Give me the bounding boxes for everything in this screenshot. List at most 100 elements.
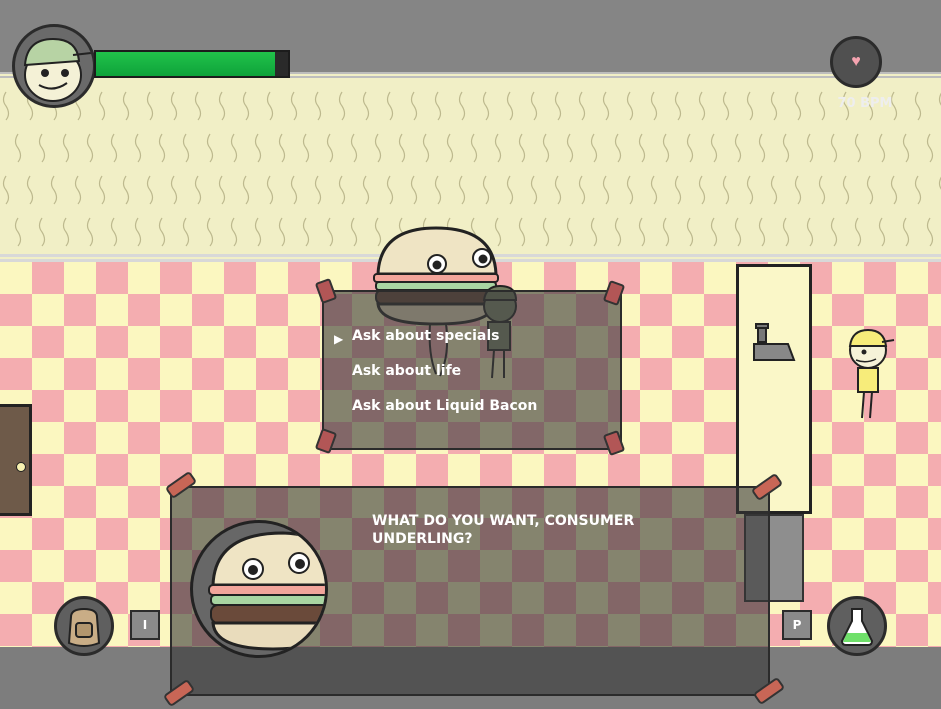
wallpaper-squiggle: [86, 217, 94, 247]
wallpaper-squiggle: [386, 91, 394, 121]
wallpaper-squiggle: [506, 91, 514, 121]
wallpaper-squiggle: [566, 133, 574, 163]
wallpaper-squiggle: [530, 175, 538, 205]
wallpaper-squiggle: [482, 175, 490, 205]
cash-register-icon[interactable]: [752, 322, 798, 364]
wallpaper-squiggle: [470, 133, 478, 163]
wallpaper-squiggle: [398, 133, 406, 163]
wallpaper-squiggle: [350, 217, 358, 247]
wallpaper-squiggle: [782, 133, 790, 163]
wallpaper-squiggle: [230, 133, 238, 163]
wallpaper-squiggle: [266, 175, 274, 205]
wallpaper-squiggle: [194, 91, 202, 121]
inventory-button[interactable]: [54, 596, 114, 656]
wallpaper-squiggle: [770, 175, 778, 205]
wallpaper-squiggle: [482, 91, 490, 121]
wallpaper-squiggle: [410, 91, 418, 121]
cashier-npc[interactable]: [846, 326, 896, 422]
restaurant-door[interactable]: [0, 404, 32, 516]
menu-option-life[interactable]: Ask about life: [352, 363, 461, 379]
wallpaper-squiggle: [698, 91, 706, 121]
wallpaper-squiggle: [14, 217, 22, 247]
wallpaper-squiggle: [422, 133, 430, 163]
wallpaper-squiggle: [302, 217, 310, 247]
wallpaper-squiggle: [722, 91, 730, 121]
wallpaper-squiggle: [242, 175, 250, 205]
wallpaper-squiggle: [2, 175, 10, 205]
wallpaper-squiggle: [626, 91, 634, 121]
wallpaper-squiggle: [674, 91, 682, 121]
wallpaper-squiggle: [806, 217, 814, 247]
wallpaper-squiggle: [830, 217, 838, 247]
wallpaper-squiggle: [362, 175, 370, 205]
wallpaper-squiggle: [170, 175, 178, 205]
wallpaper-squiggle: [566, 217, 574, 247]
wallpaper-squiggle: [590, 133, 598, 163]
potion-flask-icon: [840, 608, 874, 646]
wallpaper-squiggle: [650, 175, 658, 205]
wallpaper-squiggle: [314, 91, 322, 121]
wallpaper-squiggle: [14, 133, 22, 163]
wallpaper-squiggle: [794, 91, 802, 121]
wallpaper-squiggle: [614, 217, 622, 247]
heart-icon[interactable]: ♥: [830, 36, 882, 88]
inventory-hotkey: I: [130, 610, 160, 640]
wallpaper-squiggle: [338, 175, 346, 205]
wallpaper-squiggle: [218, 91, 226, 121]
wallpaper-squiggle: [26, 175, 34, 205]
wallpaper-squiggle: [182, 217, 190, 247]
wallpaper-squiggle: [758, 217, 766, 247]
wallpaper-squiggle: [506, 175, 514, 205]
wallpaper-squiggle: [230, 217, 238, 247]
wallpaper-squiggle: [722, 175, 730, 205]
wallpaper-squiggle: [458, 175, 466, 205]
menu-option-liquid-bacon[interactable]: Ask about Liquid Bacon: [352, 398, 537, 414]
wallpaper-squiggle: [638, 133, 646, 163]
wallpaper-squiggle: [818, 175, 826, 205]
wallpaper-squiggle: [686, 133, 694, 163]
wallpaper-squiggle: [578, 175, 586, 205]
wallpaper-squiggle: [914, 91, 922, 121]
wallpaper-squiggle: [710, 133, 718, 163]
wallpaper-squiggle: [386, 175, 394, 205]
wallpaper-squiggle: [554, 91, 562, 121]
wallpaper-squiggle: [62, 133, 70, 163]
wallpaper-squiggle: [38, 133, 46, 163]
potion-hotkey: P: [782, 610, 812, 640]
wallpaper-squiggle: [662, 217, 670, 247]
wallpaper-squiggle: [626, 175, 634, 205]
wallpaper-squiggle: [302, 133, 310, 163]
wallpaper-squiggle: [98, 175, 106, 205]
wallpaper-squiggle: [254, 217, 262, 247]
wallpaper-squiggle: [110, 133, 118, 163]
health-bar: [94, 50, 290, 78]
wallpaper-squiggle: [902, 133, 910, 163]
wallpaper-squiggle: [542, 217, 550, 247]
wallpaper-squiggle: [458, 91, 466, 121]
wallpaper-squiggle: [686, 217, 694, 247]
wallpaper-squiggle: [446, 133, 454, 163]
wallpaper-squiggle: [602, 91, 610, 121]
cursor-arrow-icon: ▶: [334, 332, 344, 346]
wallpaper-squiggle: [134, 217, 142, 247]
potion-button[interactable]: [827, 596, 887, 656]
dialog-choice-menu: ▶ Ask about specials Ask about life Ask …: [322, 290, 622, 450]
wallpaper-squiggle: [854, 217, 862, 247]
wallpaper-squiggle: [158, 217, 166, 247]
dialog-text: WHAT DO YOU WANT, CONSUMER UNDERLING?: [372, 513, 635, 547]
wallpaper-squiggle: [866, 175, 874, 205]
wallpaper-squiggle: [890, 175, 898, 205]
wallpaper-squiggle: [674, 175, 682, 205]
wallpaper-squiggle: [290, 91, 298, 121]
wallpaper-squiggle: [878, 217, 886, 247]
wallpaper-squiggle: [266, 91, 274, 121]
menu-option-specials[interactable]: Ask about specials: [352, 328, 500, 344]
wallpaper-squiggle: [254, 133, 262, 163]
wallpaper-squiggle: [410, 175, 418, 205]
wallpaper-squiggle: [146, 91, 154, 121]
wallpaper-squiggle: [830, 133, 838, 163]
wallpaper-squiggle: [758, 133, 766, 163]
wallpaper-squiggle: [590, 217, 598, 247]
wallpaper-squiggle: [182, 133, 190, 163]
wallpaper-squiggle: [158, 133, 166, 163]
